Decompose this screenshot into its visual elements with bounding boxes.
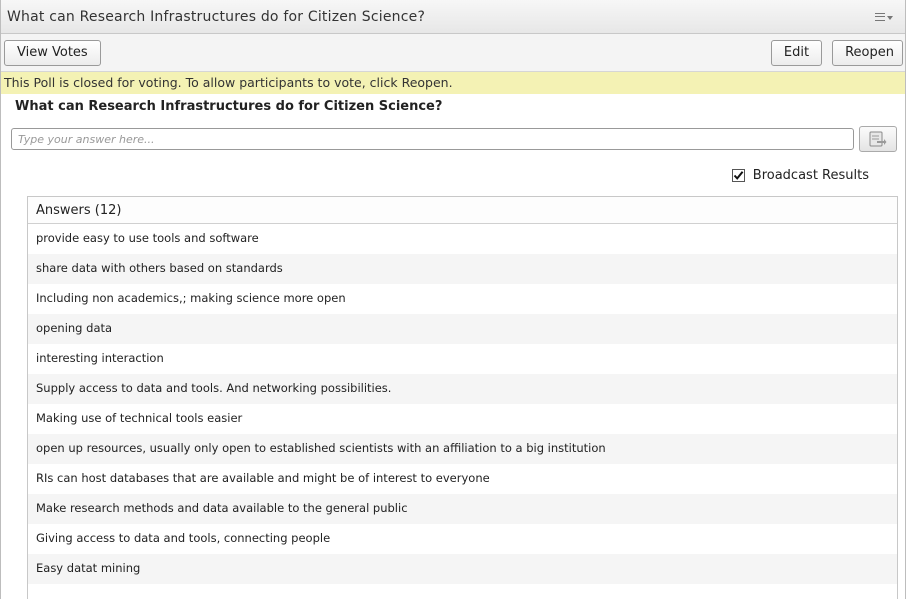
list-item: provide easy to use tools and software [28,224,897,254]
list-item: RIs can host databases that are availabl… [28,464,897,494]
list-item: open up resources, usually only open to … [28,434,897,464]
list-item: opening data [28,314,897,344]
submit-answer-button[interactable] [859,126,897,152]
chevron-down-icon [887,15,893,20]
list-item: Including non academics,; making science… [28,284,897,314]
broadcast-results-label: Broadcast Results [752,168,869,183]
pod-title: What can Research Infrastructures do for… [7,8,426,25]
pod-titlebar: What can Research Infrastructures do for… [1,0,905,34]
toolbar-right: Edit Reopen [770,39,903,66]
edit-button[interactable]: Edit [770,39,823,66]
answers-list: provide easy to use tools and software s… [28,224,897,584]
poll-toolbar: View Votes Edit Reopen [1,34,905,72]
submit-answer-icon [869,131,887,147]
list-item: Make research methods and data available… [28,494,897,524]
list-item: Giving access to data and tools, connect… [28,524,897,554]
view-votes-button[interactable]: View Votes [4,39,101,66]
list-item: share data with others based on standard… [28,254,897,284]
list-item: Easy datat mining [28,554,897,584]
poll-closed-notice: This Poll is closed for voting. To allow… [1,72,905,94]
answers-header: Answers (12) [28,197,897,224]
answer-input[interactable] [11,128,854,150]
broadcast-results-checkbox[interactable] [731,169,745,182]
list-item: Supply access to data and tools. And net… [28,374,897,404]
answer-entry-row [1,126,905,156]
hamburger-menu-icon[interactable] [875,9,897,25]
poll-question: What can Research Infrastructures do for… [15,99,443,114]
checkmark-icon [733,171,744,180]
list-item: interesting interaction [28,344,897,374]
list-item: Making use of technical tools easier [28,404,897,434]
answers-panel: Answers (12) provide easy to use tools a… [27,196,898,599]
poll-pod: What can Research Infrastructures do for… [0,0,906,599]
broadcast-results-toggle[interactable]: Broadcast Results [731,168,869,183]
reopen-button[interactable]: Reopen [832,39,903,66]
